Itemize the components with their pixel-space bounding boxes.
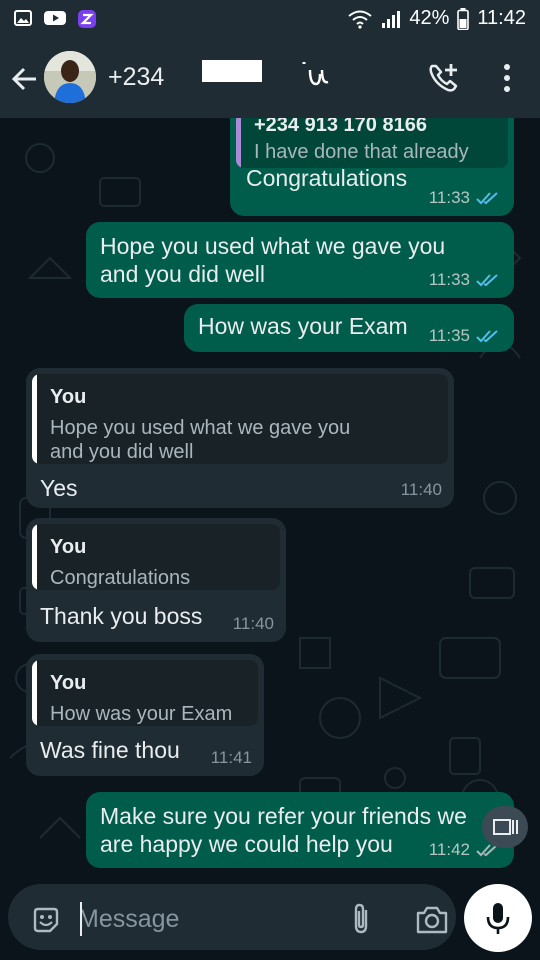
- message-time: 11:33: [428, 270, 470, 289]
- avatar-photo: [44, 51, 96, 103]
- message-meta: 11:40: [233, 614, 274, 634]
- wifi-icon: [348, 10, 373, 29]
- quote-text: Hope you used what we gave you: [50, 417, 351, 439]
- message-meta: 11:35: [429, 326, 500, 346]
- message-meta: 11:33: [429, 188, 500, 208]
- battery-percent: 42%: [409, 7, 450, 29]
- mic-icon: [486, 903, 510, 934]
- message-text: Yes: [40, 475, 78, 501]
- read-ticks-icon: [476, 274, 498, 287]
- youtube-icon: [44, 11, 66, 25]
- quote-accent-bar: [32, 524, 37, 590]
- status-bar: 42% 11:42: [0, 0, 540, 38]
- contact-name[interactable]: +234: [108, 63, 164, 92]
- app-icon: [78, 10, 96, 28]
- clock: 11:42: [477, 7, 526, 29]
- quote-accent-bar: [32, 374, 37, 464]
- camera-icon[interactable]: [414, 903, 450, 937]
- back-arrow-icon[interactable]: [8, 62, 42, 96]
- message-time: 11:40: [232, 614, 274, 633]
- message-text: Hope you used what we gave you: [100, 233, 446, 259]
- message-time: 11:35: [428, 326, 470, 345]
- message-pill[interactable]: [8, 884, 456, 950]
- message-text: Make sure you refer your friends we: [100, 803, 467, 829]
- quote-author: You: [50, 536, 87, 558]
- redaction-scribble: [302, 62, 329, 86]
- message-text: How was your Exam: [198, 313, 408, 339]
- add-call-icon[interactable]: [426, 60, 462, 96]
- quote-text: How was your Exam: [50, 703, 233, 725]
- message-text: are happy we could help you: [100, 831, 393, 857]
- outgoing-message[interactable]: +234 913 170 8166 I have done that alread…: [230, 118, 514, 216]
- outgoing-message[interactable]: Make sure you refer your friends we are h…: [86, 792, 514, 868]
- message-time: 11:33: [428, 188, 470, 207]
- quote-text: I have done that already: [254, 141, 469, 163]
- pip-button[interactable]: [482, 806, 528, 848]
- read-ticks-icon: [476, 330, 498, 343]
- quote-author: +234 913 170 8166: [254, 118, 427, 136]
- incoming-message[interactable]: You Congratulations Thank you boss 11:40: [26, 518, 286, 642]
- incoming-message[interactable]: You Hope you used what we gave you and you…: [26, 368, 454, 508]
- message-time: 11:42: [428, 840, 470, 859]
- quote-author: You: [50, 672, 87, 694]
- chat-area[interactable]: +234 913 170 8166 I have done that alread…: [0, 118, 540, 880]
- emoji-icon[interactable]: [30, 904, 62, 936]
- message-text: Congratulations: [246, 165, 408, 191]
- gallery-icon: [14, 10, 32, 26]
- pip-icon: [493, 819, 518, 835]
- quote-accent-bar: [32, 660, 37, 726]
- message-time: 11:41: [210, 748, 252, 767]
- text-caret: [80, 902, 82, 936]
- quoted-message[interactable]: +234 913 170 8166 I have done that alread…: [236, 118, 508, 168]
- quoted-message[interactable]: You How was your Exam: [32, 660, 258, 726]
- more-vert-icon[interactable]: [492, 62, 522, 94]
- quote-author: You: [50, 386, 87, 408]
- composer: [0, 880, 540, 960]
- signal-icon: [382, 10, 401, 28]
- redaction-block: [202, 60, 262, 82]
- message-meta: 11:33: [429, 270, 500, 290]
- avatar[interactable]: [44, 51, 96, 103]
- battery-icon: [457, 7, 470, 30]
- quote-accent-bar: [236, 118, 241, 168]
- quoted-message[interactable]: You Congratulations: [32, 524, 280, 590]
- quoted-message[interactable]: You Hope you used what we gave you and you…: [32, 374, 448, 464]
- message-time: 11:40: [400, 480, 442, 499]
- attach-icon[interactable]: [344, 901, 380, 937]
- quote-text: Congratulations: [50, 567, 191, 589]
- read-ticks-icon: [476, 192, 498, 205]
- message-text: Was fine thou: [40, 737, 180, 763]
- chat-header: +234: [0, 38, 540, 118]
- message-input[interactable]: [78, 901, 328, 937]
- message-text: and you did well: [100, 261, 265, 287]
- incoming-message[interactable]: You How was your Exam Was fine thou 11:41: [26, 654, 264, 776]
- quote-text: and you did well: [50, 441, 194, 463]
- outgoing-message[interactable]: How was your Exam 11:35: [184, 304, 514, 352]
- outgoing-message[interactable]: Hope you used what we gave you and you di…: [86, 222, 514, 298]
- mic-button[interactable]: [464, 884, 532, 952]
- message-meta: 11:41: [211, 748, 252, 768]
- message-meta: 11:40: [401, 480, 442, 500]
- message-text: Thank you boss: [40, 603, 203, 629]
